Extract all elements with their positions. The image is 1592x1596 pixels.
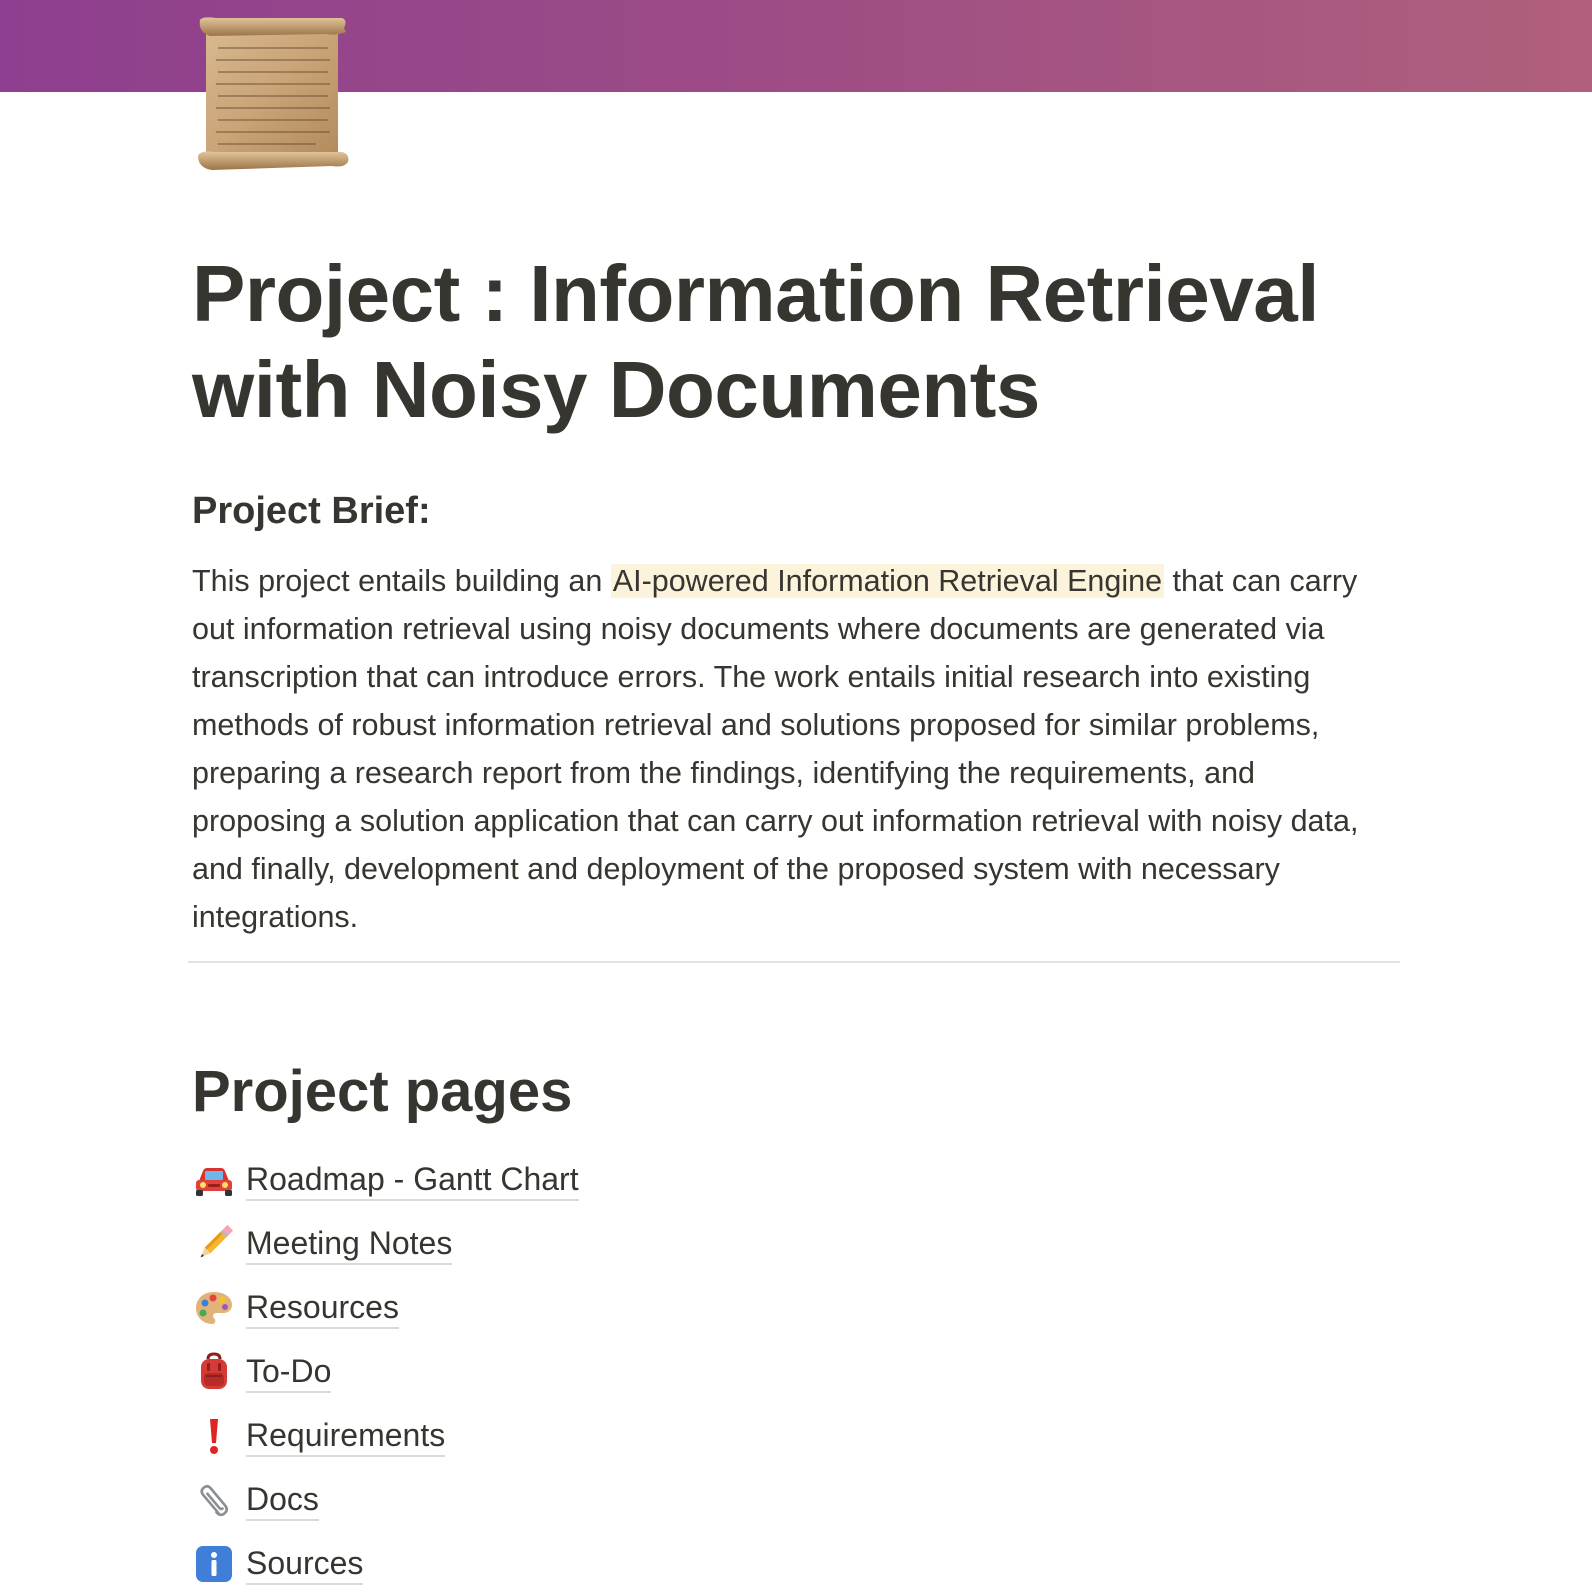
page-link-resources[interactable]: Resources — [192, 1276, 892, 1340]
project-brief-heading: Project Brief: — [192, 490, 431, 532]
page-link-requirements[interactable]: Requirements — [192, 1404, 892, 1468]
page-link-todo[interactable]: To-Do — [192, 1340, 892, 1404]
page-link-sources[interactable]: Sources — [192, 1532, 892, 1596]
project-brief-text[interactable]: This project entails building an AI-powe… — [192, 557, 1392, 941]
divider — [188, 961, 1400, 963]
page-link-meeting-notes[interactable]: Meeting Notes — [192, 1212, 892, 1276]
car-icon — [192, 1158, 236, 1202]
brief-text-start: This project entails building an — [192, 564, 611, 598]
highlighted-text: AI-powered Information Retrieval Engine — [610, 564, 1165, 598]
backpack-icon — [192, 1350, 236, 1394]
page-link-label: To-Do — [246, 1351, 332, 1393]
exclamation-icon — [192, 1414, 236, 1458]
scroll-icon[interactable] — [196, 14, 352, 172]
pencil-icon — [192, 1222, 236, 1266]
page-link-label: Meeting Notes — [246, 1223, 453, 1265]
page-link-label: Requirements — [246, 1415, 446, 1457]
page-link-label: Docs — [246, 1479, 319, 1521]
brief-text-end: that can carry out information retrieval… — [192, 564, 1359, 934]
project-pages-list: Roadmap - Gantt Chart Meeting Notes Reso… — [192, 1148, 892, 1596]
page-title[interactable]: Project : Information Retrieval with Noi… — [192, 246, 1402, 438]
info-icon — [192, 1542, 236, 1586]
palette-icon — [192, 1286, 236, 1330]
page-link-roadmap[interactable]: Roadmap - Gantt Chart — [192, 1148, 892, 1212]
paperclip-icon — [192, 1478, 236, 1522]
page-link-label: Resources — [246, 1287, 399, 1329]
page-link-label: Sources — [246, 1543, 364, 1585]
page-link-label: Roadmap - Gantt Chart — [246, 1159, 579, 1201]
page-link-docs[interactable]: Docs — [192, 1468, 892, 1532]
project-pages-heading: Project pages — [192, 1059, 573, 1124]
